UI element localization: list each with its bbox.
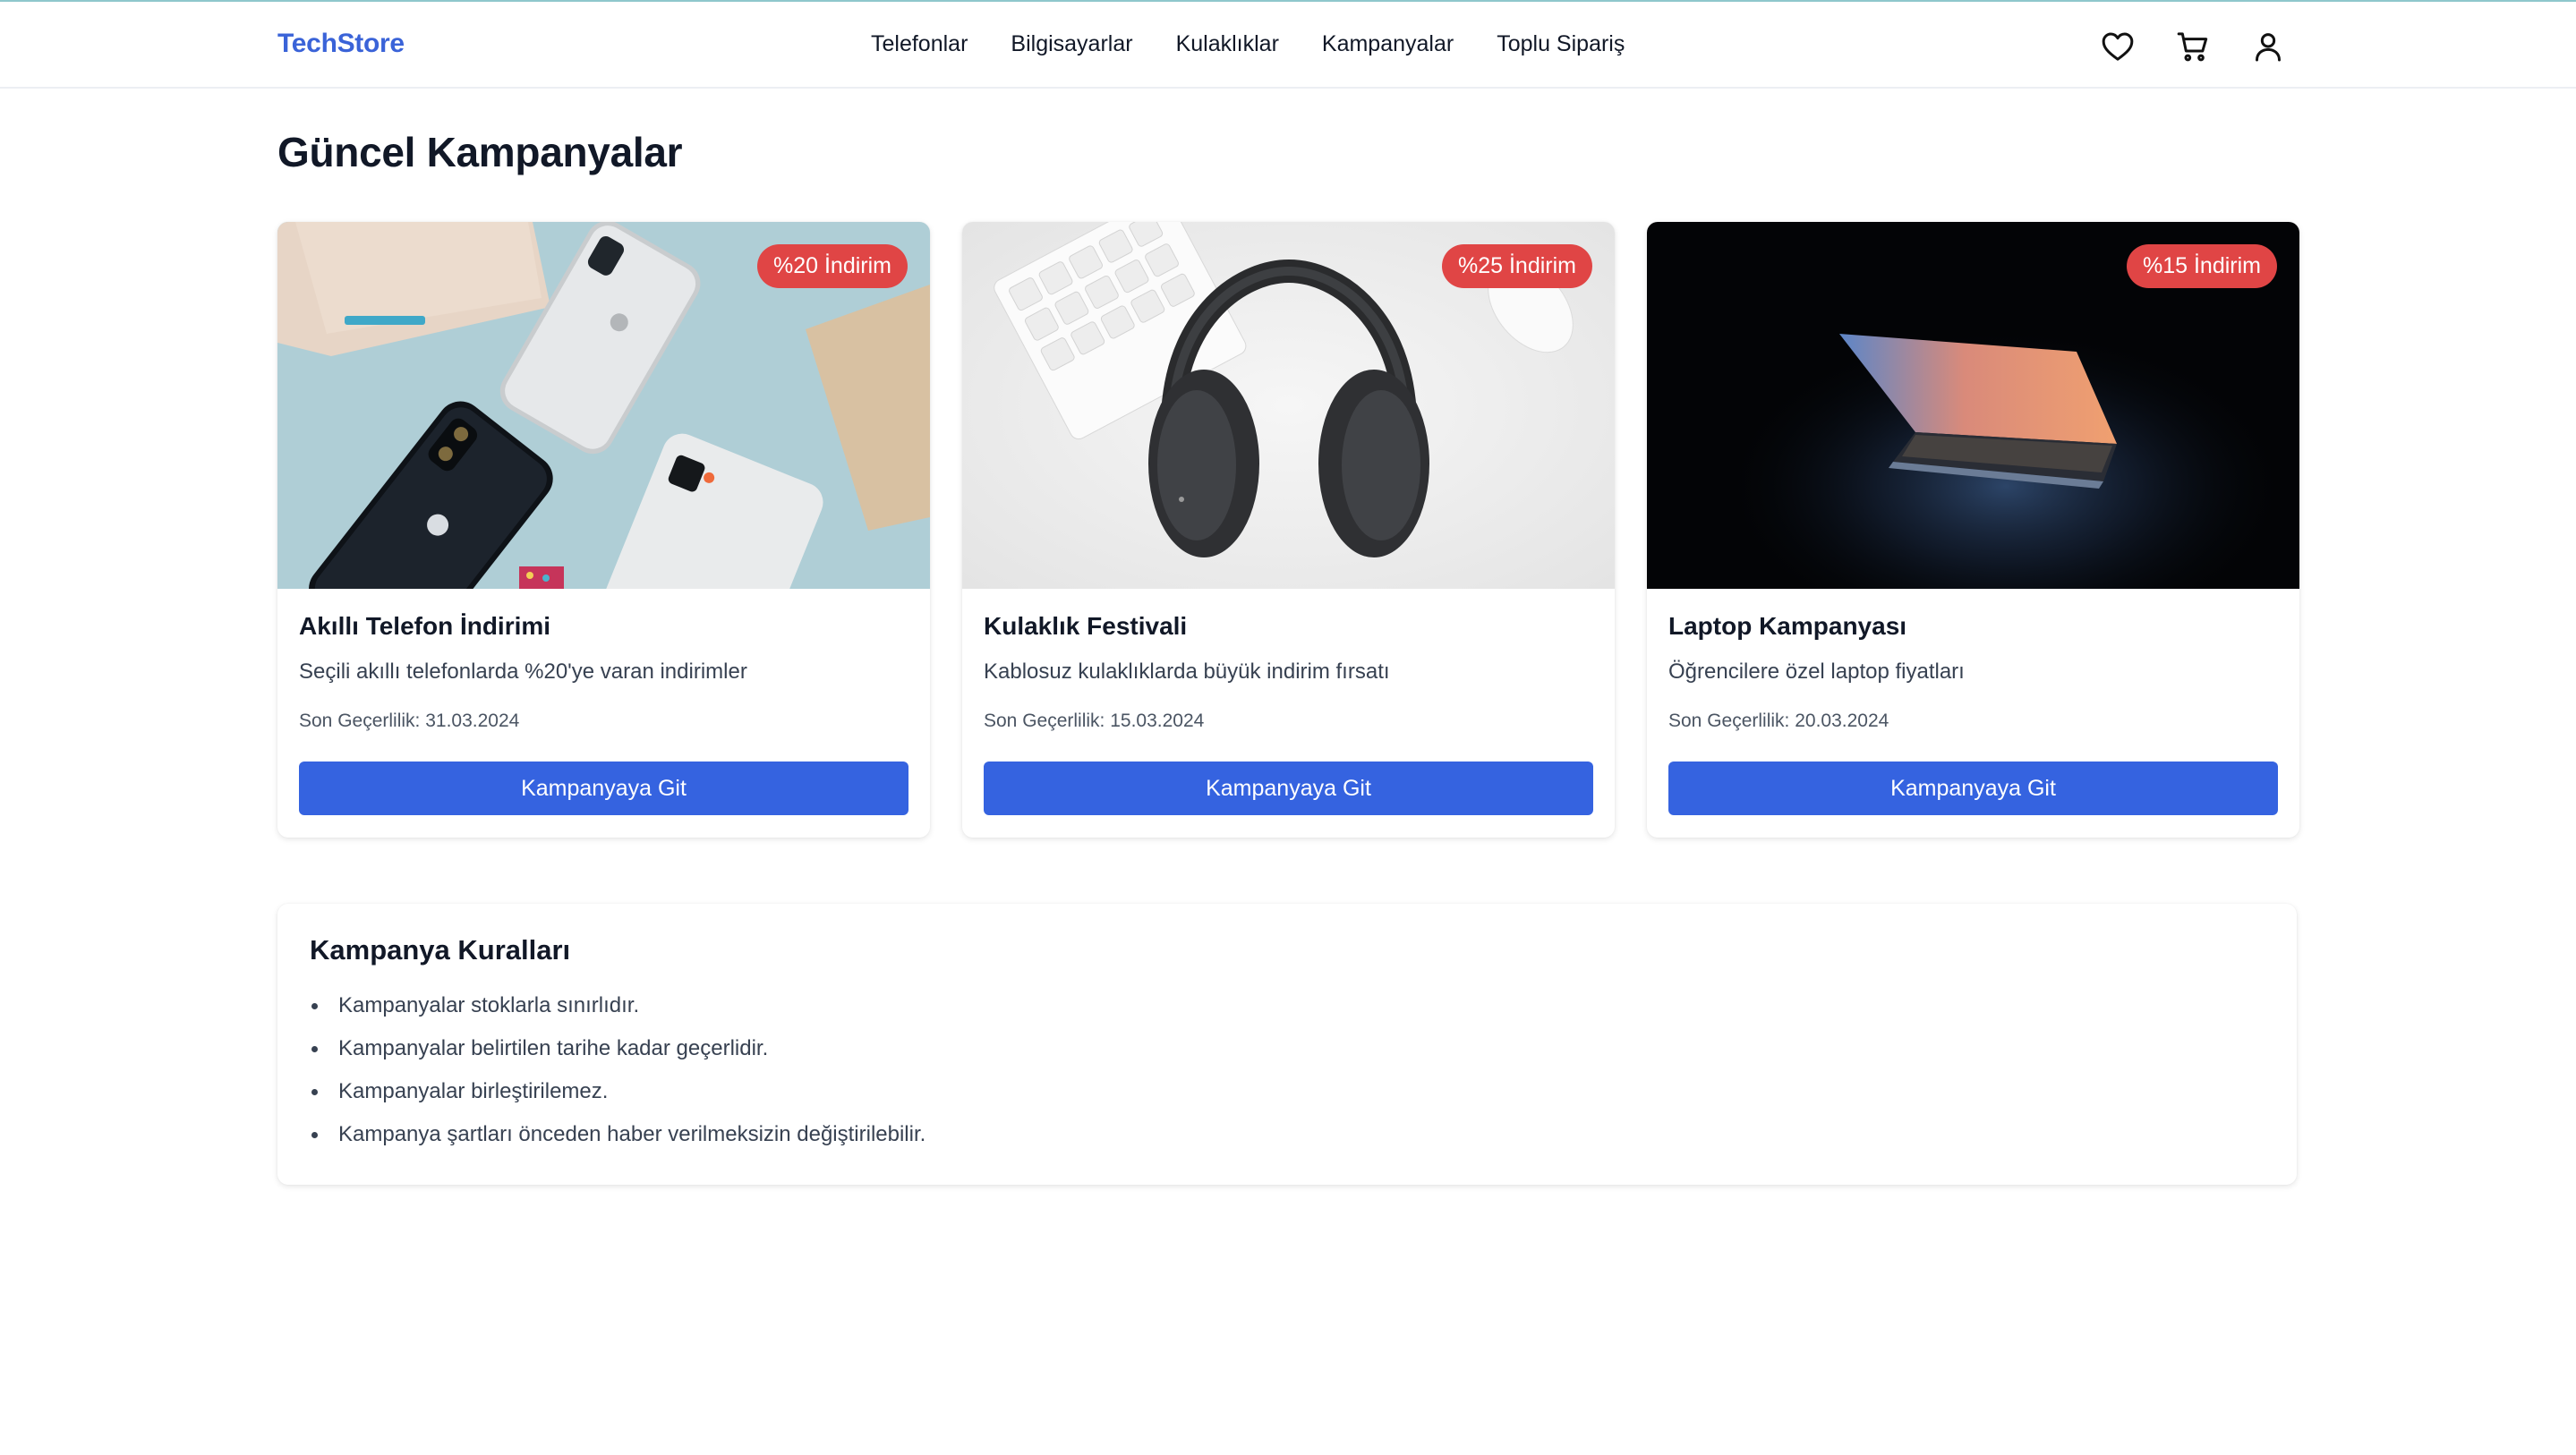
rules-title: Kampanya Kuralları <box>310 934 571 966</box>
campaign-card: %25 İndirim Kulaklık Festivali Kablosuz … <box>962 222 1615 838</box>
page-title: Güncel Kampanyalar <box>277 129 683 175</box>
nav-kulakliklar[interactable]: Kulaklıklar <box>1176 31 1279 57</box>
main-nav: Telefonlar Bilgisayarlar Kulaklıklar Kam… <box>871 31 1625 57</box>
rule-item: Kampanyalar birleştirilemez. <box>310 1077 925 1120</box>
discount-badge: %20 İndirim <box>757 244 908 288</box>
rule-item: Kampanya şartları önceden haber verilmek… <box>310 1120 925 1163</box>
cart-icon[interactable] <box>2175 29 2211 64</box>
headphones-image: %25 İndirim <box>962 222 1615 589</box>
campaign-card: %15 İndirim Laptop Kampanyası Öğrenciler… <box>1647 222 2299 838</box>
user-icon[interactable] <box>2250 29 2286 64</box>
phones-image: %20 İndirim <box>277 222 930 589</box>
campaign-valid-until: Son Geçerlilik: 20.03.2024 <box>1668 710 1889 731</box>
discount-badge: %25 İndirim <box>1442 244 1592 288</box>
nav-telefonlar[interactable]: Telefonlar <box>871 31 968 57</box>
nav-toplu-siparis[interactable]: Toplu Sipariş <box>1497 31 1625 57</box>
campaign-description: Kablosuz kulaklıklarda büyük indirim fır… <box>984 659 1390 684</box>
header-icons <box>2100 29 2286 64</box>
rules-list: Kampanyalar stoklarla sınırlıdır. Kampan… <box>310 991 925 1163</box>
discount-badge: %15 İndirim <box>2127 244 2277 288</box>
nav-bilgisayarlar[interactable]: Bilgisayarlar <box>1011 31 1132 57</box>
heart-icon[interactable] <box>2100 29 2136 64</box>
logo[interactable]: TechStore <box>277 29 405 59</box>
campaign-description: Seçili akıllı telefonlarda %20'ye varan … <box>299 659 747 684</box>
campaign-list: %20 İndirim Akıllı Telefon İndirimi Seçi… <box>277 222 2299 838</box>
site-header: TechStore Telefonlar Bilgisayarlar Kulak… <box>0 2 2576 89</box>
campaign-button[interactable]: Kampanyaya Git <box>1668 762 2278 815</box>
campaign-button[interactable]: Kampanyaya Git <box>984 762 1593 815</box>
campaign-button[interactable]: Kampanyaya Git <box>299 762 908 815</box>
campaign-title: Akıllı Telefon İndirimi <box>299 612 551 640</box>
nav-kampanyalar[interactable]: Kampanyalar <box>1322 31 1454 57</box>
campaign-title: Laptop Kampanyası <box>1668 612 1907 640</box>
laptop-image: %15 İndirim <box>1647 222 2299 589</box>
campaign-rules: Kampanya Kuralları Kampanyalar stoklarla… <box>277 904 2297 1185</box>
campaign-valid-until: Son Geçerlilik: 15.03.2024 <box>984 710 1205 731</box>
rule-item: Kampanyalar stoklarla sınırlıdır. <box>310 991 925 1034</box>
campaign-card: %20 İndirim Akıllı Telefon İndirimi Seçi… <box>277 222 930 838</box>
rule-item: Kampanyalar belirtilen tarihe kadar geçe… <box>310 1034 925 1077</box>
campaign-description: Öğrencilere özel laptop fiyatları <box>1668 659 1965 684</box>
campaign-valid-until: Son Geçerlilik: 31.03.2024 <box>299 710 520 731</box>
campaign-title: Kulaklık Festivali <box>984 612 1188 640</box>
